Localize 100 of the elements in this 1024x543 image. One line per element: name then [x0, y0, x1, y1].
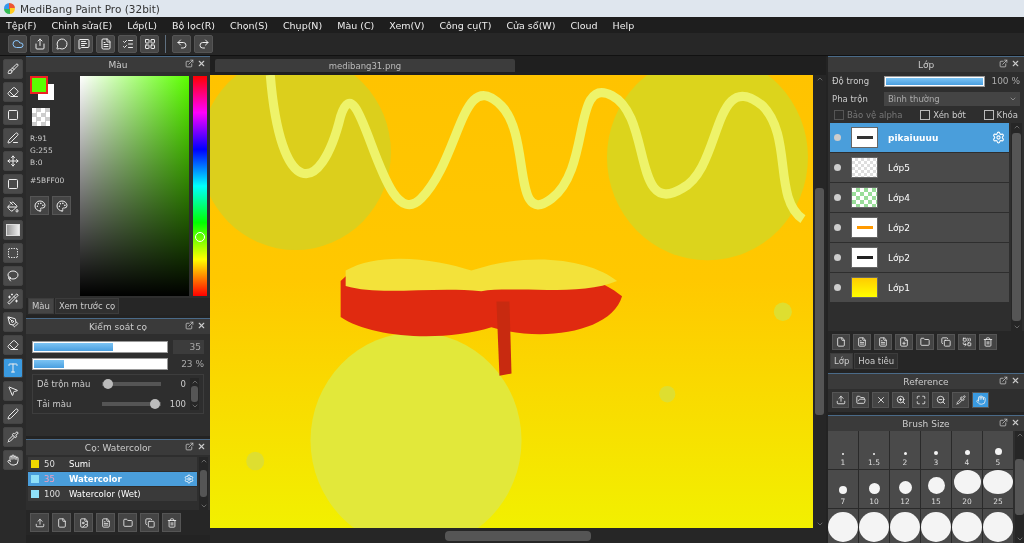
- tool-button[interactable]: [3, 128, 23, 148]
- upload-button[interactable]: [30, 513, 49, 532]
- fit-button[interactable]: [912, 392, 929, 408]
- tool-button[interactable]: [3, 450, 23, 470]
- folder-button[interactable]: [118, 513, 137, 532]
- tool-button[interactable]: [3, 82, 23, 102]
- file-button[interactable]: [832, 334, 850, 350]
- menu-item[interactable]: Cửa sổ(W): [506, 19, 556, 31]
- menu-item[interactable]: Chọn(S): [230, 19, 268, 31]
- checkbox-label[interactable]: Khóa: [983, 110, 1018, 120]
- tool-button[interactable]: [3, 335, 23, 355]
- opacity-slider[interactable]: [32, 358, 168, 370]
- zoom-out-button[interactable]: [932, 392, 949, 408]
- scrollbar[interactable]: [190, 378, 199, 410]
- tool-button[interactable]: [3, 105, 23, 125]
- close-button[interactable]: [872, 392, 889, 408]
- copy-button[interactable]: [937, 334, 955, 350]
- tool-button[interactable]: [3, 197, 23, 217]
- trash-button[interactable]: [162, 513, 181, 532]
- document-tab[interactable]: medibang31.png: [215, 59, 515, 72]
- tool-button[interactable]: [3, 381, 23, 401]
- scroll-up-icon[interactable]: [815, 75, 824, 83]
- popout-icon[interactable]: [999, 59, 1008, 68]
- menu-item[interactable]: Cloud: [570, 19, 598, 31]
- popout-icon[interactable]: [185, 59, 194, 68]
- scroll-down-icon[interactable]: [199, 502, 208, 510]
- list-button[interactable]: [118, 35, 137, 53]
- visibility-icon[interactable]: [834, 164, 841, 171]
- tool-button[interactable]: [3, 243, 23, 263]
- saturation-value-picker[interactable]: [80, 76, 189, 296]
- tool-button[interactable]: [3, 289, 23, 309]
- palette-button[interactable]: [52, 196, 71, 215]
- panel-tab[interactable]: Xem trước cọ: [54, 298, 120, 314]
- brush-size-cell[interactable]: [983, 509, 1013, 543]
- copy-button[interactable]: [140, 513, 159, 532]
- menu-item[interactable]: Tệp(F): [6, 19, 37, 31]
- menu-item[interactable]: Màu (C): [337, 19, 375, 31]
- grid-button[interactable]: [140, 35, 159, 53]
- scroll-down-icon[interactable]: [1012, 323, 1021, 331]
- merge-button[interactable]: [958, 334, 976, 350]
- checkbox[interactable]: [920, 110, 931, 120]
- checkbox-label[interactable]: Xén bớt: [920, 110, 966, 120]
- layer-item[interactable]: Lớp2: [830, 213, 1009, 242]
- brush-size-cell[interactable]: [859, 509, 889, 543]
- layer-item[interactable]: Lớp4: [830, 183, 1009, 212]
- slider-thumb[interactable]: [103, 379, 113, 389]
- popout-icon[interactable]: [999, 376, 1008, 385]
- close-icon[interactable]: [197, 321, 206, 330]
- brush-size-cell[interactable]: [890, 509, 920, 543]
- menu-item[interactable]: Lớp(L): [127, 19, 157, 31]
- share-button[interactable]: [30, 35, 49, 53]
- close-icon[interactable]: [1011, 418, 1020, 427]
- redo-button[interactable]: [194, 35, 213, 53]
- visibility-icon[interactable]: [834, 284, 841, 291]
- hue-bar[interactable]: [193, 76, 207, 296]
- menu-item[interactable]: Help: [612, 19, 635, 31]
- menu-item[interactable]: Xem(V): [389, 19, 425, 31]
- speech-bubble-button[interactable]: [52, 35, 71, 53]
- scroll-up-icon[interactable]: [1015, 431, 1024, 439]
- popout-icon[interactable]: [185, 321, 194, 330]
- scroll-down-icon[interactable]: [1015, 535, 1024, 543]
- transparent-swatch[interactable]: [32, 108, 50, 126]
- scroll-down-icon[interactable]: [190, 402, 199, 410]
- layer-item[interactable]: Lớp5: [830, 153, 1009, 182]
- scroll-up-icon[interactable]: [190, 378, 199, 386]
- tool-button[interactable]: [3, 358, 23, 378]
- scrollbar[interactable]: [1015, 431, 1024, 543]
- tool-button[interactable]: [3, 220, 23, 240]
- scroll-up-icon[interactable]: [199, 457, 208, 465]
- brush-item[interactable]: 50 Sumi: [28, 457, 197, 471]
- visibility-icon[interactable]: [834, 254, 841, 261]
- folder-button[interactable]: [852, 392, 869, 408]
- comment-button[interactable]: [74, 35, 93, 53]
- size-slider[interactable]: [32, 341, 168, 353]
- tool-button[interactable]: [3, 404, 23, 424]
- settings-icon[interactable]: [992, 131, 1005, 144]
- tool-button[interactable]: [3, 174, 23, 194]
- text-file-button[interactable]: [874, 334, 892, 350]
- close-icon[interactable]: [1011, 376, 1020, 385]
- image-file-button[interactable]: [74, 513, 93, 532]
- text-file-button[interactable]: [853, 334, 871, 350]
- cloud-button[interactable]: [8, 35, 27, 53]
- page-button[interactable]: [96, 35, 115, 53]
- folder-button[interactable]: [916, 334, 934, 350]
- menu-item[interactable]: Chụp(N): [282, 19, 323, 31]
- tool-button[interactable]: [3, 266, 23, 286]
- panel-tab[interactable]: Hoa tiêu: [854, 353, 899, 369]
- text-file-button[interactable]: [96, 513, 115, 532]
- panel-tab[interactable]: Lớp: [830, 353, 854, 369]
- menu-item[interactable]: Bộ lọc(R): [171, 19, 215, 31]
- brush-item[interactable]: 100 Watercolor (Wet): [28, 487, 197, 501]
- layer-item[interactable]: Lớp2: [830, 243, 1009, 272]
- tool-button[interactable]: [3, 59, 23, 79]
- brush-size-cell[interactable]: [952, 509, 982, 543]
- popout-icon[interactable]: [999, 418, 1008, 427]
- file-plus-button[interactable]: [895, 334, 913, 350]
- tool-button[interactable]: [3, 312, 23, 332]
- visibility-icon[interactable]: [834, 194, 841, 201]
- slider-thumb[interactable]: [150, 399, 160, 409]
- trash-button[interactable]: [979, 334, 997, 350]
